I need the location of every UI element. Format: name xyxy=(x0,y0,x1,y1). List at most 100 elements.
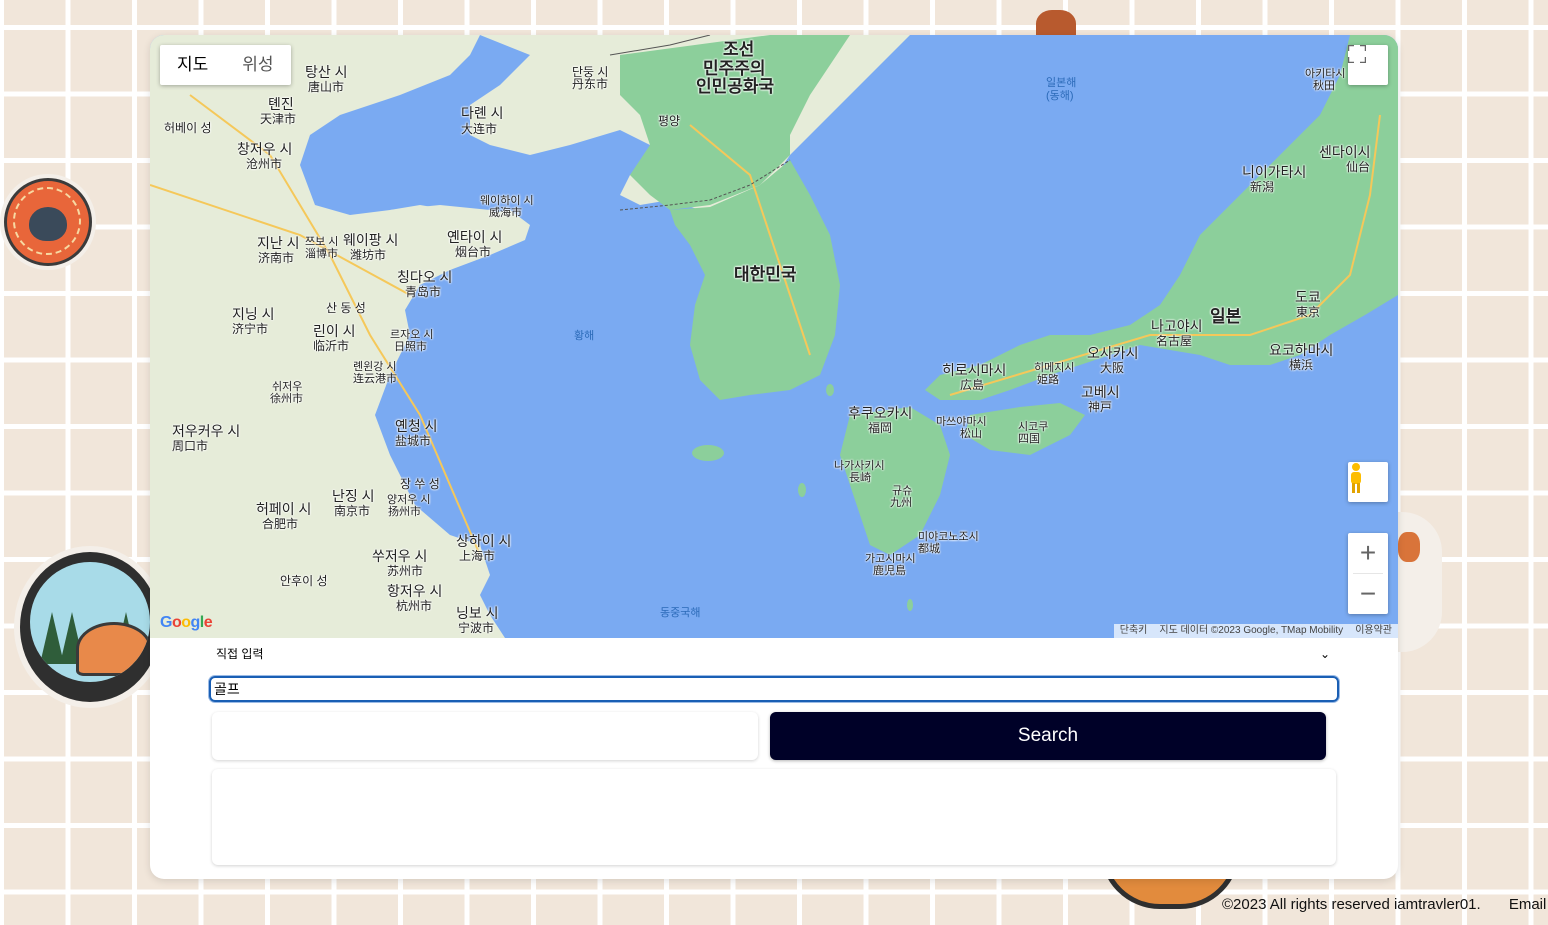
terms-link[interactable]: 이용약관 xyxy=(1349,624,1398,638)
category-select[interactable]: 직접 입력 ⌄ xyxy=(212,643,1336,665)
map-label-city: 항저우 시 xyxy=(387,583,443,599)
map-label-city: 長崎 xyxy=(849,472,871,484)
chevron-down-icon: ⌄ xyxy=(1319,647,1330,661)
results-area[interactable] xyxy=(212,769,1336,865)
street-view-pegman-button[interactable] xyxy=(1348,462,1388,502)
map-label-city: 탕산 시 xyxy=(305,64,348,80)
map-label-city: 扬州市 xyxy=(388,506,421,518)
main-card: 지도 위성 + − Google 단축키 지도 데이터 ©2023 Google… xyxy=(150,35,1398,879)
map-label-city: 苏州市 xyxy=(387,564,424,578)
map-label-city: 上海市 xyxy=(459,549,496,563)
map-label-city: 大连市 xyxy=(461,122,498,136)
map-label-city: 도쿄 xyxy=(1295,289,1321,305)
map-label-region: 안후이 성 xyxy=(280,574,328,588)
camping-sticker-icon xyxy=(20,552,160,702)
map-label-city: 日照市 xyxy=(394,341,427,353)
map-label-country: 조선 xyxy=(723,40,755,59)
map-label-city: 후쿠오카시 xyxy=(848,405,913,421)
map-label-city: 나고야시 xyxy=(1151,318,1203,334)
map-label-city: 톈진 xyxy=(268,96,294,112)
map-label-city: 青岛市 xyxy=(405,285,442,299)
map-label-city: 周口市 xyxy=(172,439,209,453)
map-label-city: 济南市 xyxy=(258,251,295,265)
map-label-city: 상하이 시 xyxy=(456,533,512,549)
page-footer: ©2023 All rights reserved iamtravler01. … xyxy=(1222,896,1546,913)
map-label-city: 新潟 xyxy=(1250,180,1275,194)
map-label-city: 난징 시 xyxy=(332,488,375,504)
map-label-city: 徐州市 xyxy=(270,393,303,405)
map-label-city: 창저우 시 xyxy=(237,141,293,157)
map-label-city: 唐山市 xyxy=(308,80,345,94)
map-label-city: 横浜 xyxy=(1289,358,1314,372)
map-label-city: 名古屋 xyxy=(1156,334,1193,348)
map-label-sea: 동중국해 xyxy=(660,607,701,619)
map-label-city: 평양 xyxy=(658,114,681,128)
map-label-country: 인민공화국 xyxy=(696,77,775,96)
map-label-city: 옌타이 시 xyxy=(447,229,503,245)
map-label-city: 大阪 xyxy=(1100,361,1125,375)
map-label-city: 南京市 xyxy=(334,504,371,518)
google-logo[interactable]: Google xyxy=(160,614,213,632)
google-map[interactable]: 지도 위성 + − Google 단축키 지도 데이터 ©2023 Google… xyxy=(150,35,1398,638)
search-button[interactable]: Search xyxy=(770,712,1326,760)
fox-sticker-icon xyxy=(4,178,92,266)
map-label-city: 潍坊市 xyxy=(350,248,387,262)
map-label-city: 니이가타시 xyxy=(1242,164,1307,180)
map-label-city: 松山 xyxy=(960,428,982,440)
map-label-city: 닝보 시 xyxy=(456,605,499,621)
map-label-city: 烟台市 xyxy=(455,245,492,259)
map-label-city: 合肥市 xyxy=(262,517,299,531)
keyboard-shortcuts-link[interactable]: 단축키 xyxy=(1114,624,1154,638)
map-label-city: 東京 xyxy=(1296,305,1321,319)
map-label-city: 오사카시 xyxy=(1087,345,1139,361)
email-link[interactable]: Email xyxy=(1509,896,1547,913)
map-type-map-tab[interactable]: 지도 xyxy=(160,45,225,85)
map-label-city: 盐城市 xyxy=(395,434,432,448)
map-type-satellite-tab[interactable]: 위성 xyxy=(225,45,290,85)
map-label-city: 센다이시 xyxy=(1319,144,1371,160)
map-attribution: 단축키 지도 데이터 ©2023 Google, TMap Mobility 이… xyxy=(1113,624,1398,638)
fullscreen-button[interactable] xyxy=(1348,45,1388,85)
map-label-city: 临沂市 xyxy=(313,339,350,353)
copyright-text: ©2023 All rights reserved iamtravler01. xyxy=(1222,896,1481,913)
map-label-city: 고베시 xyxy=(1081,384,1120,400)
map-label-region: 四国 xyxy=(1018,433,1040,445)
map-label-city: 杭州市 xyxy=(396,599,433,613)
map-label-city: 仙台 xyxy=(1346,160,1371,174)
map-label-region: 장 쑤 성 xyxy=(400,477,440,491)
map-label-city: 칭다오 시 xyxy=(397,269,453,285)
zoom-out-button[interactable]: − xyxy=(1348,574,1388,614)
map-label-city: 连云港市 xyxy=(353,373,397,385)
map-label-city: 지닝 시 xyxy=(232,306,275,322)
map-label-city: 쑤저우 시 xyxy=(372,548,428,564)
map-label-country: 민주주의 xyxy=(703,59,766,78)
map-label-city: 옌청 시 xyxy=(395,418,438,434)
map-label-city: 요코하마시 xyxy=(1269,342,1334,358)
map-label-city: 济宁市 xyxy=(232,322,269,336)
map-label-city: 鹿児島 xyxy=(873,565,906,577)
map-data-credit: 지도 데이터 ©2023 Google, TMap Mobility xyxy=(1159,625,1344,636)
map-label-region: 허베이 성 xyxy=(164,121,212,135)
map-label-region: 九州 xyxy=(890,497,912,509)
map-label-city: 姫路 xyxy=(1037,374,1059,386)
map-label-city: 丹东市 xyxy=(572,77,609,91)
keyword-input[interactable]: 골프 xyxy=(209,676,1339,702)
map-label-city: 秋田 xyxy=(1313,80,1335,92)
map-label-city: 다롄 시 xyxy=(461,105,504,121)
zoom-in-button[interactable]: + xyxy=(1348,533,1388,573)
map-label-city: 웨이팡 시 xyxy=(343,232,399,248)
map-label-city: 都城 xyxy=(918,543,940,555)
map-label-country: 일본 xyxy=(1210,307,1242,326)
map-label-city: 福岡 xyxy=(868,421,893,435)
fullscreen-icon xyxy=(1348,45,1366,63)
map-type-control: 지도 위성 xyxy=(160,45,291,85)
search-query-field[interactable] xyxy=(212,712,758,760)
map-label-city: 威海市 xyxy=(489,207,522,219)
map-label-region: 산 동 성 xyxy=(326,301,366,315)
category-select-value: 직접 입력 xyxy=(216,647,264,661)
map-label-city: 天津市 xyxy=(260,112,297,126)
map-label-city: 저우커우 시 xyxy=(172,423,241,439)
map-label-city: 沧州市 xyxy=(246,157,283,171)
map-label-sea: 일본해 xyxy=(1046,77,1077,89)
zoom-control: + − xyxy=(1348,533,1388,614)
